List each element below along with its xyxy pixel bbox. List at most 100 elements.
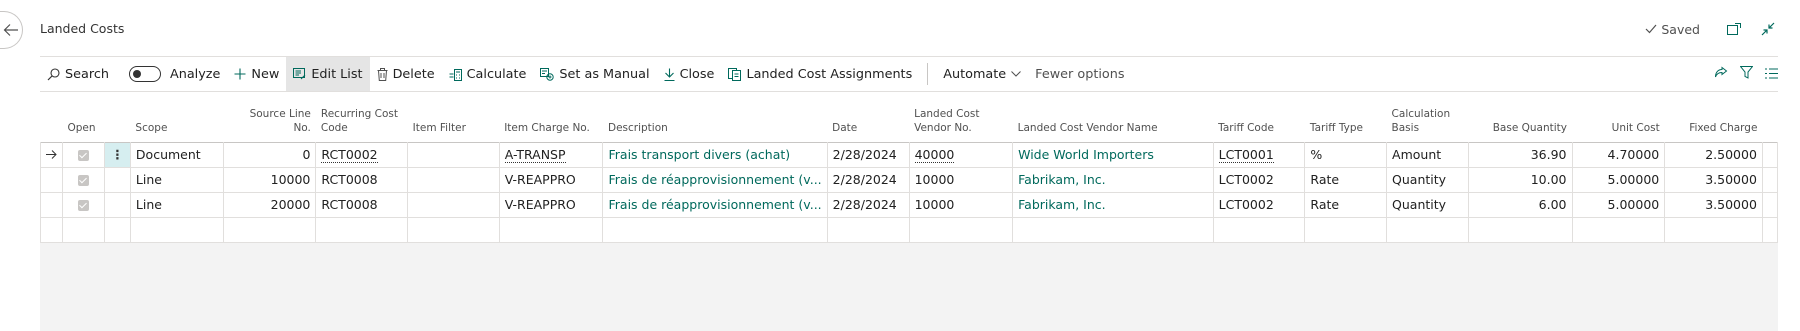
col-recurring-cost-code[interactable]: Recurring Cost Code	[316, 92, 408, 142]
cell-tariff-code[interactable]: LCT0001	[1218, 147, 1274, 163]
cell-item-charge-no[interactable]: A-TRANSP	[504, 147, 566, 163]
set-manual-icon	[540, 67, 555, 81]
analyze-label: Analyze	[169, 66, 221, 82]
calculate-button[interactable]: Calculate	[442, 57, 534, 91]
col-tariff-code[interactable]: Tariff Code	[1213, 92, 1305, 142]
close-button[interactable]: Close	[657, 57, 722, 91]
cell-vendor-no[interactable]: 40000	[914, 147, 955, 163]
list-view-icon[interactable]	[1765, 67, 1778, 82]
landed-costs-table: Open Scope Source Line No. Recurring Cos…	[40, 92, 1779, 243]
cell-date[interactable]: 2/28/2024	[826, 191, 910, 218]
edit-list-button[interactable]: Edit List	[286, 57, 370, 91]
cell-fixed-charge[interactable]: 2.50000	[1664, 141, 1763, 168]
cell-item-charge-no[interactable]: V-REAPPRO	[498, 166, 604, 193]
analyze-toggle[interactable]: Analyze	[122, 57, 227, 91]
cell-date[interactable]: 2/28/2024	[826, 166, 910, 193]
saved-label: Saved	[1661, 21, 1700, 37]
cell-tariff-type[interactable]: Rate	[1304, 166, 1388, 193]
col-scope[interactable]: Scope	[130, 92, 223, 142]
cell-tariff-type[interactable]: %	[1304, 141, 1388, 168]
fewer-options-label: Fewer options	[1035, 66, 1125, 82]
search-button[interactable]: Search	[40, 57, 116, 91]
col-vendor-no[interactable]: Landed Cost Vendor No.	[909, 92, 1013, 142]
grid-empty-area	[40, 242, 1778, 331]
cell-vendor-name[interactable]: Fabrikam, Inc.	[1012, 166, 1214, 193]
col-open[interactable]: Open	[63, 92, 105, 142]
cell-base-quantity[interactable]: 6.00	[1467, 191, 1573, 218]
back-button[interactable]	[0, 11, 23, 49]
cell-fixed-charge[interactable]: 3.50000	[1664, 166, 1763, 193]
cell-source-line-no[interactable]: 20000	[222, 191, 317, 218]
cell-tariff-code[interactable]: LCT0002	[1212, 166, 1306, 193]
collapse-icon[interactable]	[1758, 19, 1778, 39]
cell-item-filter[interactable]	[407, 141, 500, 168]
cell-tariff-type[interactable]: Rate	[1304, 191, 1388, 218]
cell-recurring-cost-code[interactable]: RCT0002	[321, 147, 378, 163]
cell-source-line-no[interactable]: 0	[222, 141, 317, 168]
set-as-manual-button[interactable]: Set as Manual	[533, 57, 656, 91]
action-bar: Search Analyze New Edit List Delete Calc…	[40, 56, 1778, 92]
cell-base-quantity[interactable]: 36.90	[1467, 141, 1573, 168]
share-icon[interactable]	[1714, 66, 1728, 82]
edit-list-label: Edit List	[311, 66, 363, 82]
col-unit-cost[interactable]: Unit Cost	[1572, 92, 1665, 142]
checkmark-icon	[1645, 24, 1657, 34]
saved-status: Saved	[1645, 22, 1700, 37]
col-calculation-basis[interactable]: Calculation Basis	[1387, 92, 1469, 142]
cell-unit-cost[interactable]: 5.00000	[1571, 191, 1666, 218]
cell-scope[interactable]: Document	[129, 141, 224, 168]
cell-vendor-name[interactable]: Fabrikam, Inc.	[1012, 191, 1214, 218]
cell-calculation-basis[interactable]: Quantity	[1386, 166, 1469, 193]
cell-fixed-charge[interactable]: 3.50000	[1664, 191, 1763, 218]
col-item-filter[interactable]: Item Filter	[408, 92, 500, 142]
cell-vendor-no[interactable]: 10000	[908, 191, 1014, 218]
cell-calculation-basis[interactable]: Quantity	[1386, 191, 1469, 218]
table-row[interactable]: Line 20000 RCT0008 V-REAPPRO Frais de ré…	[40, 191, 1779, 218]
row-actions-menu-icon[interactable]: ⋮	[103, 141, 131, 168]
cell-vendor-no[interactable]: 10000	[908, 166, 1014, 193]
cell-unit-cost[interactable]: 5.00000	[1571, 166, 1666, 193]
filter-icon[interactable]	[1739, 66, 1754, 82]
cell-scope[interactable]: Line	[129, 166, 224, 193]
table-row-new[interactable]	[40, 216, 1779, 243]
open-checkbox[interactable]	[77, 150, 89, 161]
table-row[interactable]: ⋮ Document 0 RCT0002 A-TRANSP Frais tran…	[40, 141, 1779, 168]
open-new-window-icon[interactable]	[1724, 19, 1744, 39]
cell-recurring-cost-code[interactable]: RCT0008	[315, 166, 409, 193]
cell-recurring-cost-code[interactable]: RCT0008	[315, 191, 409, 218]
col-source-line-no[interactable]: Source Line No.	[223, 92, 316, 142]
cell-source-line-no[interactable]: 10000	[222, 166, 317, 193]
edit-list-icon	[293, 68, 306, 80]
open-checkbox[interactable]	[77, 175, 89, 186]
close-label: Close	[679, 66, 715, 82]
cell-item-filter[interactable]	[407, 166, 500, 193]
cell-base-quantity[interactable]: 10.00	[1467, 166, 1573, 193]
arrow-left-icon	[3, 24, 18, 36]
col-fixed-charge[interactable]: Fixed Charge	[1665, 92, 1763, 142]
fewer-options-button[interactable]: Fewer options	[1028, 57, 1131, 91]
cell-description[interactable]: Frais transport divers (achat)	[602, 141, 828, 168]
cell-item-charge-no[interactable]: V-REAPPRO	[498, 191, 604, 218]
cell-description[interactable]: Frais de réapprovisionnement (v...	[602, 191, 828, 218]
cell-description[interactable]: Frais de réapprovisionnement (v...	[602, 166, 828, 193]
table-header-row: Open Scope Source Line No. Recurring Cos…	[41, 92, 1778, 142]
cell-item-filter[interactable]	[407, 191, 500, 218]
cell-calculation-basis[interactable]: Amount	[1386, 141, 1469, 168]
col-vendor-name[interactable]: Landed Cost Vendor Name	[1013, 92, 1214, 142]
col-description[interactable]: Description	[603, 92, 827, 142]
col-tariff-type[interactable]: Tariff Type	[1305, 92, 1387, 142]
new-button[interactable]: New	[227, 57, 286, 91]
cell-tariff-code[interactable]: LCT0002	[1212, 191, 1306, 218]
cell-date[interactable]: 2/28/2024	[826, 141, 910, 168]
cell-unit-cost[interactable]: 4.70000	[1571, 141, 1666, 168]
cell-vendor-name[interactable]: Wide World Importers	[1012, 141, 1214, 168]
delete-button[interactable]: Delete	[370, 57, 442, 91]
col-item-charge-no[interactable]: Item Charge No.	[499, 92, 603, 142]
col-base-quantity[interactable]: Base Quantity	[1468, 92, 1572, 142]
landed-cost-assignments-button[interactable]: Landed Cost Assignments	[721, 57, 919, 91]
automate-menu[interactable]: Automate	[936, 57, 1028, 91]
table-row[interactable]: Line 10000 RCT0008 V-REAPPRO Frais de ré…	[40, 166, 1779, 193]
col-date[interactable]: Date	[827, 92, 909, 142]
cell-scope[interactable]: Line	[129, 191, 224, 218]
open-checkbox[interactable]	[77, 200, 89, 211]
